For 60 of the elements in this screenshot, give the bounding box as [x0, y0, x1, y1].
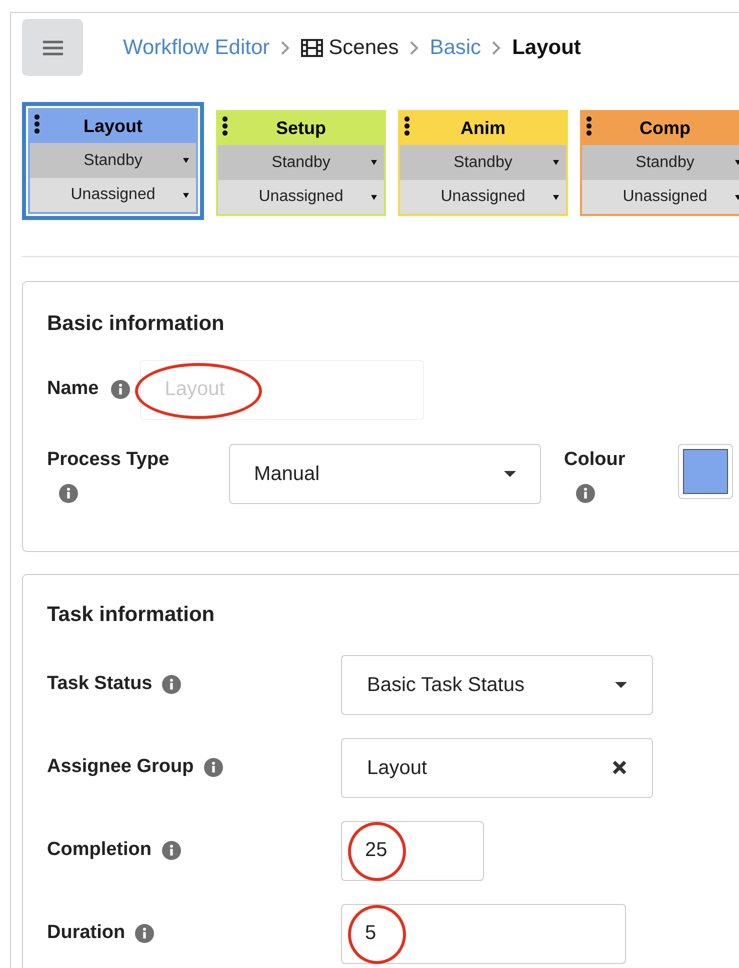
kebab-icon[interactable] — [404, 116, 410, 136]
caret-icon — [371, 160, 377, 165]
caret-icon — [183, 193, 189, 198]
field-label: Name — [47, 377, 99, 402]
process-card[interactable]: Anim Standby Unassigned — [398, 110, 568, 216]
info-icon[interactable] — [162, 675, 182, 694]
kebab-icon[interactable] — [222, 116, 228, 136]
select-field[interactable]: Basic Task Status — [341, 654, 653, 714]
breadcrumb-link[interactable]: Workflow Editor — [123, 32, 270, 64]
film-icon — [300, 38, 323, 56]
assignee-dropdown[interactable]: Unassigned — [30, 178, 196, 212]
select-field[interactable]: Manual — [229, 444, 541, 504]
status-dropdown[interactable]: Standby — [400, 145, 566, 180]
process-card[interactable]: Comp Standby Unassigned — [580, 110, 739, 216]
process-title: Comp — [640, 117, 690, 140]
process-card[interactable]: Layout Standby Unassigned — [28, 108, 198, 214]
breadcrumb-text: Scenes — [328, 34, 399, 61]
chevron-icon — [410, 40, 419, 54]
info-icon[interactable] — [59, 484, 78, 503]
field-label: Completion — [47, 838, 152, 862]
caret-icon — [371, 195, 377, 200]
chevron-icon — [280, 40, 290, 54]
menu-button[interactable] — [22, 19, 83, 76]
status-dropdown[interactable]: Standby — [30, 143, 196, 178]
status-dropdown[interactable]: Standby — [218, 145, 384, 180]
field-label: Process Type — [47, 448, 170, 472]
caret-icon — [183, 158, 189, 163]
clear-icon[interactable] — [612, 760, 627, 775]
breadcrumb-current: Layout — [512, 34, 581, 61]
caret-icon — [615, 682, 627, 688]
process-title: Layout — [83, 115, 142, 138]
field-label: Duration — [47, 921, 126, 946]
field-label: Task Status — [47, 672, 152, 696]
assignee-dropdown[interactable]: Unassigned — [582, 180, 739, 214]
caret-icon — [504, 470, 516, 476]
caret-icon — [553, 195, 559, 200]
menu-icon — [42, 40, 62, 56]
select-field[interactable]: Layout — [341, 738, 653, 798]
assignee-dropdown[interactable]: Unassigned — [400, 180, 566, 214]
field-label: Colour — [564, 448, 626, 472]
process-title: Setup — [276, 117, 326, 140]
field-label: Assignee Group — [47, 755, 194, 780]
section-title: Task information — [47, 602, 216, 628]
process-card[interactable]: Setup Standby Unassigned — [216, 110, 386, 216]
kebab-icon[interactable] — [34, 114, 40, 134]
info-icon[interactable] — [135, 924, 154, 943]
input-field[interactable]: 25 — [341, 820, 484, 880]
process-title: Anim — [460, 117, 506, 140]
info-icon[interactable] — [204, 758, 223, 777]
chevron-icon — [492, 40, 502, 54]
info-icon[interactable] — [576, 484, 595, 503]
section-title: Basic information — [47, 311, 226, 337]
kebab-icon[interactable] — [586, 116, 592, 136]
assignee-dropdown[interactable]: Unassigned — [218, 180, 384, 214]
breadcrumb-link[interactable]: Basic — [430, 32, 482, 64]
info-icon[interactable] — [110, 380, 130, 399]
caret-icon — [553, 160, 559, 165]
info-icon[interactable] — [162, 841, 180, 860]
status-dropdown[interactable]: Standby — [582, 145, 739, 180]
input-field[interactable]: 5 — [341, 904, 626, 964]
